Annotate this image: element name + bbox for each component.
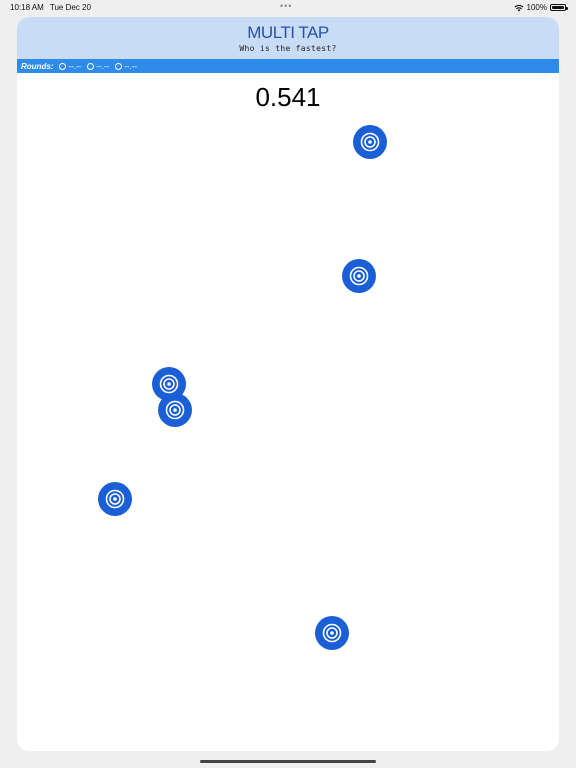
target-button[interactable] bbox=[315, 616, 349, 650]
round-ring-icon bbox=[59, 62, 67, 70]
target-icon bbox=[322, 623, 342, 643]
round-slot-2: --.-- bbox=[87, 62, 109, 71]
target-button[interactable] bbox=[98, 482, 132, 516]
round-time-1: --.-- bbox=[68, 61, 82, 71]
target-button[interactable] bbox=[342, 259, 376, 293]
status-date: Tue Dec 20 bbox=[49, 3, 91, 12]
target-icon bbox=[159, 374, 179, 394]
rounds-label: Rounds: bbox=[21, 61, 54, 71]
round-ring-icon bbox=[87, 62, 95, 70]
header: MULTI TAP Who is the fastest? bbox=[17, 17, 559, 59]
target-icon bbox=[349, 266, 369, 286]
app-title: MULTI TAP bbox=[247, 23, 329, 42]
app-subtitle: Who is the fastest? bbox=[239, 44, 337, 53]
round-time-2: --.-- bbox=[96, 61, 110, 71]
battery-percent: 100% bbox=[526, 3, 547, 12]
target-icon bbox=[360, 132, 380, 152]
target-button[interactable] bbox=[158, 393, 192, 427]
round-ring-icon bbox=[115, 62, 123, 70]
multitasking-dots[interactable]: ••• bbox=[280, 1, 292, 11]
round-time-3: --.-- bbox=[124, 61, 138, 71]
wifi-icon bbox=[514, 4, 524, 11]
target-icon bbox=[165, 400, 185, 420]
rounds-bar: Rounds: --.-- --.-- --.-- bbox=[17, 59, 559, 73]
home-indicator[interactable] bbox=[200, 760, 376, 763]
status-left: 10:18 AM Tue Dec 20 bbox=[10, 3, 95, 12]
round-slot-1: --.-- bbox=[59, 62, 81, 71]
target-icon bbox=[105, 489, 125, 509]
target-button[interactable] bbox=[353, 125, 387, 159]
status-bar: 10:18 AM Tue Dec 20 ••• 100% bbox=[0, 0, 576, 16]
battery-icon bbox=[550, 4, 568, 11]
timer: 0.541 bbox=[255, 82, 321, 112]
status-time: 10:18 AM bbox=[10, 3, 44, 12]
round-slot-3: --.-- bbox=[115, 62, 137, 71]
game-card: MULTI TAP Who is the fastest? Rounds: --… bbox=[17, 17, 559, 751]
status-right: 100% bbox=[514, 3, 568, 12]
